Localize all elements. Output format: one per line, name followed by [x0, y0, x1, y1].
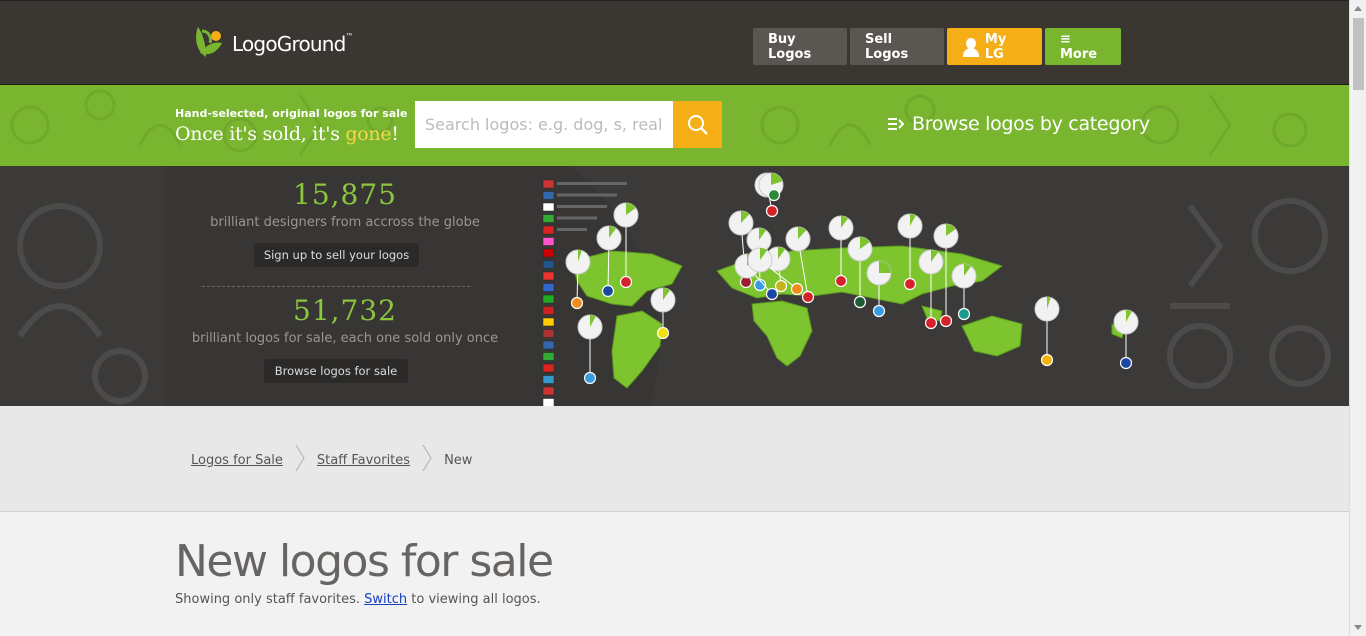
country-flag-icon	[542, 202, 555, 212]
country-flag-icon	[542, 191, 555, 200]
designer-location-pin[interactable]	[1113, 309, 1139, 370]
my-lg-button[interactable]: My LG	[947, 28, 1042, 65]
country-count-bar	[557, 228, 587, 231]
country-count-bar	[557, 205, 607, 208]
logoground-logo[interactable]: LogoGround™	[192, 23, 354, 61]
main-nav: Buy Logos Sell Logos My LG ≡ More	[753, 28, 1121, 65]
country-flag-icon	[542, 271, 555, 281]
country-flag-icon	[542, 386, 555, 396]
logos-desc: brilliant logos for sale, each one sold …	[191, 331, 499, 346]
switch-link[interactable]: Switch	[364, 592, 407, 607]
leaf-logo-icon	[192, 23, 228, 61]
country-flag-icon	[542, 398, 555, 406]
designers-desc: brilliant designers from accross the glo…	[210, 215, 480, 230]
breadcrumb-logos-for-sale[interactable]: Logos for Sale	[191, 453, 283, 468]
country-flag-icon	[542, 179, 555, 189]
country-flag-icon	[542, 375, 555, 384]
filter-notice: Showing only staff favorites. Switch to …	[175, 592, 541, 607]
designers-count: 15,875	[293, 178, 397, 211]
my-lg-label: My LG	[984, 31, 1007, 62]
country-flag-icon	[542, 237, 555, 246]
country-count-bar	[557, 182, 627, 185]
country-flag-icon	[542, 294, 555, 304]
sign-up-to-sell-button[interactable]: Sign up to sell your logos	[254, 243, 419, 267]
sell-logos-button[interactable]: Sell Logos	[850, 28, 944, 65]
designer-location-pin[interactable]	[577, 314, 603, 385]
scroll-down-arrow-icon[interactable]	[1354, 625, 1362, 630]
world-map	[542, 166, 1162, 406]
breadcrumb-staff-favorites[interactable]: Staff Favorites	[317, 453, 410, 468]
country-count-bar	[557, 193, 617, 197]
country-flag-icon	[542, 260, 555, 269]
scroll-thumb[interactable]	[1353, 18, 1364, 90]
user-icon	[962, 37, 979, 57]
country-count-bar	[557, 216, 597, 220]
designer-location-pin[interactable]	[1034, 296, 1060, 367]
page-title: New logos for sale	[175, 536, 554, 587]
search-button[interactable]	[673, 101, 722, 148]
stats-divider	[202, 286, 470, 287]
country-flag-icon	[542, 329, 555, 338]
stats-band: 15,875 brilliant designers from accross …	[0, 166, 1349, 406]
browse-by-category-label: Browse logos by category	[912, 113, 1150, 135]
more-menu-button[interactable]: ≡ More	[1045, 28, 1121, 65]
logos-count: 51,732	[293, 294, 397, 327]
country-flag-icon	[542, 340, 555, 350]
search-input[interactable]	[415, 101, 673, 148]
country-flag-icon	[542, 225, 555, 235]
breadcrumb: Logos for Sale Staff Favorites New	[191, 444, 472, 476]
chevron-right-icon	[422, 444, 432, 476]
top-header: LogoGround™ Buy Logos Sell Logos My LG ≡…	[0, 0, 1349, 85]
tagline-small: Hand-selected, original logos for sale	[175, 107, 408, 120]
logo-wordmark: LogoGround™	[232, 32, 354, 56]
country-flag-icon	[542, 283, 555, 292]
browse-by-category-link[interactable]: Browse logos by category	[888, 113, 1150, 135]
country-flag-icon	[542, 214, 555, 223]
buy-logos-button[interactable]: Buy Logos	[753, 28, 847, 65]
chevron-right-icon	[295, 444, 305, 476]
country-flag-icon	[542, 363, 555, 373]
filter-notice-tail: to viewing all logos.	[411, 592, 541, 607]
search-icon	[687, 114, 708, 135]
breadcrumb-current: New	[444, 452, 473, 468]
designer-location-pin[interactable]	[951, 263, 977, 321]
breadcrumb-bar: Logos for Sale Staff Favorites New	[0, 406, 1349, 512]
country-flag-icon	[542, 317, 555, 327]
scroll-up-arrow-icon[interactable]	[1354, 6, 1362, 11]
category-list-icon	[888, 118, 904, 130]
main-content: New logos for sale Showing only staff fa…	[0, 512, 1349, 636]
page-scrollbar[interactable]	[1349, 0, 1366, 636]
country-flag-icon	[542, 306, 555, 315]
browse-logos-for-sale-button[interactable]: Browse logos for sale	[264, 359, 408, 383]
country-flag-icon	[542, 352, 555, 361]
tagline-main: Once it's sold, it's gone!	[175, 123, 399, 145]
filter-notice-text: Showing only staff favorites.	[175, 592, 361, 607]
promo-band: Hand-selected, original logos for sale O…	[0, 85, 1349, 166]
country-flag-icon	[542, 248, 555, 258]
